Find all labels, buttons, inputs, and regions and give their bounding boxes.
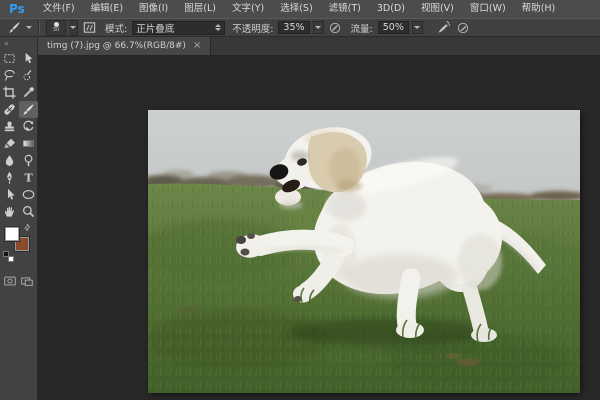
screen-mode-button[interactable] bbox=[20, 273, 34, 292]
shape-tool[interactable] bbox=[19, 186, 38, 203]
color-swatches: ⇄ bbox=[0, 225, 37, 265]
menu-item-type[interactable]: 文字(Y) bbox=[224, 0, 272, 18]
menu-item-layer[interactable]: 图层(L) bbox=[176, 0, 224, 18]
move-icon bbox=[21, 51, 36, 66]
tab-close-icon[interactable]: × bbox=[193, 41, 201, 51]
flow-value: 50% bbox=[383, 22, 404, 33]
hand-icon bbox=[2, 204, 17, 219]
mode-value: 正片叠底 bbox=[136, 21, 174, 35]
menu-item-select[interactable]: 选择(S) bbox=[272, 0, 320, 18]
opacity-caret[interactable] bbox=[313, 21, 324, 34]
opacity-label: 不透明度: bbox=[232, 21, 273, 35]
panel-bottom-buttons bbox=[0, 273, 37, 292]
menu-item-image[interactable]: 图像(I) bbox=[131, 0, 176, 18]
flow-caret[interactable] bbox=[412, 21, 423, 34]
tool-panel: « T ⇄ bbox=[0, 37, 38, 400]
dodge-icon bbox=[21, 153, 36, 168]
move-tool[interactable] bbox=[19, 50, 38, 67]
marquee-tool[interactable] bbox=[0, 50, 19, 67]
menu-item-filter[interactable]: 滤镜(T) bbox=[321, 0, 369, 18]
foreground-color-swatch[interactable] bbox=[5, 227, 19, 241]
eyedropper-icon bbox=[21, 85, 36, 100]
type-icon: T bbox=[21, 170, 36, 185]
toolbar-collapse-button[interactable]: « bbox=[0, 37, 37, 50]
quick-mask-button[interactable] bbox=[3, 273, 17, 292]
eyedropper-tool[interactable] bbox=[19, 84, 38, 101]
menu-item-threed[interactable]: 3D(D) bbox=[369, 0, 413, 18]
brush-tool[interactable] bbox=[19, 101, 38, 118]
history-brush-tool[interactable] bbox=[19, 118, 38, 135]
mode-label: 模式: bbox=[105, 21, 127, 35]
path-select-icon bbox=[2, 187, 17, 202]
airbrush-icon[interactable] bbox=[435, 20, 452, 36]
tab-bar: timg (7).jpg @ 66.7%(RGB/8#) × bbox=[38, 37, 600, 56]
gradient-tool[interactable] bbox=[19, 135, 38, 152]
menu-item-help[interactable]: 帮助(H) bbox=[514, 0, 564, 18]
eraser-tool[interactable] bbox=[0, 135, 19, 152]
quick-select-icon bbox=[21, 68, 36, 83]
puppy-photo bbox=[148, 110, 580, 393]
lasso-tool[interactable] bbox=[0, 67, 19, 84]
gradient-icon bbox=[21, 136, 36, 151]
blur-tool[interactable] bbox=[0, 152, 19, 169]
brush-preset-caret[interactable] bbox=[69, 20, 78, 36]
menu-item-edit[interactable]: 编辑(E) bbox=[83, 0, 131, 18]
photo-document[interactable] bbox=[148, 110, 580, 393]
default-colors-icon[interactable] bbox=[3, 251, 14, 262]
opacity-value: 35% bbox=[283, 22, 304, 33]
zoom-tool[interactable] bbox=[19, 203, 38, 220]
quick-select-tool[interactable] bbox=[19, 67, 38, 84]
stamp-icon bbox=[2, 119, 17, 134]
puppy-shadow bbox=[288, 318, 488, 346]
brush-icon bbox=[21, 102, 36, 117]
canvas-area[interactable] bbox=[38, 56, 600, 400]
lasso-icon bbox=[2, 68, 17, 83]
stamp-tool[interactable] bbox=[0, 118, 19, 135]
eraser-icon bbox=[2, 136, 17, 151]
brush-preset-picker[interactable]: 30 bbox=[46, 20, 66, 36]
history-brush-icon bbox=[21, 119, 36, 134]
pen-tool[interactable] bbox=[0, 169, 19, 186]
swap-colors-icon[interactable]: ⇄ bbox=[22, 222, 33, 233]
pressure-opacity-icon[interactable] bbox=[327, 20, 344, 36]
menu-item-window[interactable]: 窗口(W) bbox=[462, 0, 514, 18]
pressure-size-icon[interactable] bbox=[455, 20, 472, 36]
healing-tool[interactable] bbox=[0, 101, 19, 118]
zoom-icon bbox=[21, 204, 36, 219]
document-tab[interactable]: timg (7).jpg @ 66.7%(RGB/8#) × bbox=[38, 37, 211, 55]
healing-icon bbox=[2, 102, 17, 117]
hand-tool[interactable] bbox=[0, 203, 19, 220]
path-select-tool[interactable] bbox=[0, 186, 19, 203]
type-tool[interactable]: T bbox=[19, 169, 38, 186]
svg-text:T: T bbox=[24, 171, 33, 185]
menu-items: 文件(F)编辑(E)图像(I)图层(L)文字(Y)选择(S)滤镜(T)3D(D)… bbox=[35, 0, 564, 18]
brush-size-value: 30 bbox=[53, 28, 60, 33]
tool-preset-caret[interactable] bbox=[26, 26, 32, 29]
crop-icon bbox=[2, 85, 17, 100]
menu-item-view[interactable]: 视图(V) bbox=[413, 0, 462, 18]
photoshop-window: Ps 文件(F)编辑(E)图像(I)图层(L)文字(Y)选择(S)滤镜(T)3D… bbox=[0, 0, 600, 400]
dodge-tool[interactable] bbox=[19, 152, 38, 169]
document-tab-title: timg (7).jpg @ 66.7%(RGB/8#) bbox=[47, 41, 186, 51]
flow-value-field[interactable]: 50% bbox=[378, 21, 409, 34]
tool-preset-brush-icon[interactable] bbox=[6, 20, 23, 36]
menu-item-file[interactable]: 文件(F) bbox=[35, 0, 83, 18]
menu-bar: Ps 文件(F)编辑(E)图像(I)图层(L)文字(Y)选择(S)滤镜(T)3D… bbox=[0, 0, 600, 18]
flow-label: 流量: bbox=[351, 21, 373, 35]
crop-tool[interactable] bbox=[0, 84, 19, 101]
mode-select-spinner bbox=[215, 24, 221, 32]
options-bar: 30 模式: 正片叠底 不透明度: 35% 流量: 50% bbox=[0, 18, 600, 37]
divider bbox=[38, 21, 40, 34]
ps-logo: Ps bbox=[9, 2, 25, 16]
mode-select[interactable]: 正片叠底 bbox=[132, 21, 225, 35]
shape-icon bbox=[21, 187, 36, 202]
opacity-value-field[interactable]: 35% bbox=[278, 21, 309, 34]
toggle-brush-panel-icon[interactable] bbox=[81, 20, 98, 36]
blur-icon bbox=[2, 153, 17, 168]
marquee-icon bbox=[2, 51, 17, 66]
tools-grid: T bbox=[0, 50, 37, 220]
pen-icon bbox=[2, 170, 17, 185]
